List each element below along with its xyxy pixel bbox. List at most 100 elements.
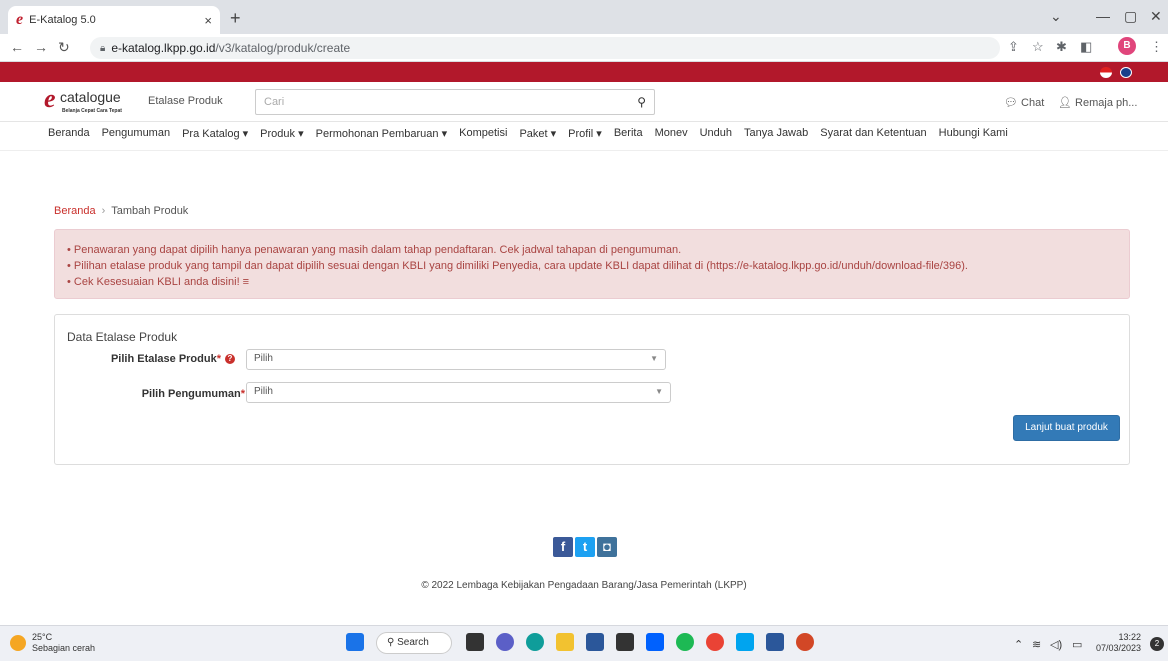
twitter-icon[interactable]: t — [575, 537, 595, 557]
etalase-produk-button[interactable]: Etalase Produk — [148, 95, 223, 107]
word-icon[interactable] — [766, 633, 784, 651]
store-icon[interactable] — [586, 633, 604, 651]
volume-icon[interactable]: ◁) — [1050, 638, 1062, 651]
indonesia-flag-icon[interactable] — [1100, 67, 1112, 78]
app-icon[interactable] — [616, 633, 634, 651]
nav-pra-katalog[interactable]: Pra Katalog ▾ — [182, 127, 248, 147]
footer-copyright: © 2022 Lembaga Kebijakan Pengadaan Baran… — [421, 580, 747, 591]
share-icon[interactable]: ⇪ — [1008, 39, 1019, 55]
required-mark: * — [216, 353, 221, 365]
side-panel-icon[interactable]: ◧ — [1080, 39, 1092, 55]
tab-close-icon[interactable]: × — [204, 13, 212, 28]
chrome-icon[interactable] — [706, 633, 724, 651]
lanjut-buat-produk-button[interactable]: Lanjut buat produk — [1013, 415, 1120, 441]
tab-search-chevron-icon[interactable]: ⌄ — [1050, 8, 1062, 25]
ekatalog-favicon-icon: e — [16, 11, 24, 28]
notification-badge[interactable]: 2 — [1150, 637, 1164, 651]
windows-taskbar — [0, 625, 1168, 661]
browser-tab[interactable]: e E-Katalog 5.0 × — [8, 6, 220, 34]
ecatalogue-logo[interactable]: e catalogue Belanja Cepat Cara Tepat — [44, 84, 122, 115]
spotify-icon[interactable] — [676, 633, 694, 651]
clock-date: 07/03/2023 — [1096, 643, 1142, 653]
url-field[interactable]: 🔒︎ e-katalog.lkpp.go.id/v3/katalog/produ… — [90, 37, 1000, 59]
nav-beranda[interactable]: Beranda — [48, 127, 90, 147]
weather-widget[interactable]: 25°C Sebagian cerah — [10, 632, 95, 654]
extensions-puzzle-icon[interactable]: ✱ — [1056, 39, 1067, 55]
window-close-icon[interactable]: ✕ — [1150, 8, 1162, 25]
help-question-icon[interactable]: ? — [225, 354, 235, 365]
profile-avatar[interactable]: B — [1118, 37, 1136, 55]
info-alert: • Penawaran yang dapat dipilih hanya pen… — [54, 229, 1130, 299]
chevron-down-icon: ▼ — [650, 354, 658, 363]
bookmark-star-icon[interactable]: ☆ — [1032, 39, 1044, 55]
reload-icon[interactable]: ↻ — [58, 39, 70, 56]
new-tab-button[interactable]: + — [230, 8, 241, 29]
nav-pengumuman[interactable]: Pengumuman — [102, 127, 171, 147]
instagram-icon[interactable]: ◘ — [597, 537, 617, 557]
alert-line-cek-kbli[interactable]: • Cek Kesesuaian KBLI anda disini! ≡ — [67, 274, 1117, 290]
chevron-down-icon: ▼ — [655, 387, 663, 396]
panel-title: Data Etalase Produk — [67, 330, 178, 344]
search-icon[interactable]: ⚲ — [637, 95, 646, 109]
etalase-select-value: Pilih — [254, 353, 273, 364]
caret-down-icon: ▾ — [441, 128, 448, 140]
user-name: Remaja ph... — [1075, 97, 1138, 109]
data-etalase-panel: Data Etalase Produk Pilih Etalase Produk… — [54, 314, 1130, 465]
chat-icon: 💬︎ — [1004, 97, 1018, 109]
forward-arrow-icon[interactable]: → — [34, 39, 48, 55]
task-view-icon[interactable] — [466, 633, 484, 651]
teams-chat-icon[interactable] — [496, 633, 514, 651]
nav-permohonan-pembaruan[interactable]: Permohonan Pembaruan ▾ — [316, 127, 448, 147]
caret-down-icon: ▾ — [596, 128, 602, 140]
search-placeholder: Cari — [264, 96, 285, 108]
logo-word: catalogue — [60, 89, 121, 105]
tab-title: E-Katalog 5.0 — [29, 14, 96, 26]
nav-berita[interactable]: Berita — [614, 127, 643, 147]
windows-start-icon[interactable] — [346, 633, 364, 651]
nav-produk[interactable]: Produk ▾ — [260, 127, 303, 147]
weather-sun-icon — [10, 635, 26, 651]
chat-link[interactable]: 💬︎ Chat — [1004, 96, 1044, 109]
alert-line-penawaran: • Penawaran yang dapat dipilih hanya pen… — [67, 244, 682, 256]
nav-kompetisi[interactable]: Kompetisi — [459, 127, 507, 147]
etalase-select[interactable]: Pilih ▼ — [246, 349, 666, 370]
nav-unduh[interactable]: Unduh — [700, 127, 732, 147]
etalase-label: Pilih Etalase Produk*? — [85, 353, 235, 365]
nav-hubungi-kami[interactable]: Hubungi Kami — [939, 127, 1008, 147]
dropbox-icon[interactable] — [646, 633, 664, 651]
powerpoint-icon[interactable] — [796, 633, 814, 651]
pengumuman-select[interactable]: Pilih ▼ — [246, 382, 671, 403]
nav-profil[interactable]: Profil ▾ — [568, 127, 602, 147]
caret-down-icon: ▾ — [242, 128, 249, 140]
browser-menu-icon[interactable]: ⋮ — [1150, 39, 1163, 55]
breadcrumb-home[interactable]: Beranda — [54, 205, 96, 217]
user-menu[interactable]: 👤︎ Remaja ph... — [1058, 96, 1137, 109]
logo-e-mark: e — [44, 84, 56, 113]
nav-tanya-jawab[interactable]: Tanya Jawab — [744, 127, 808, 147]
tray-chevron-icon[interactable]: ⌃ — [1014, 638, 1023, 651]
wifi-icon[interactable]: ≋ — [1032, 638, 1041, 651]
nav-syarat-ketentuan[interactable]: Syarat dan Ketentuan — [820, 127, 926, 147]
edge-icon[interactable] — [526, 633, 544, 651]
battery-icon[interactable]: ▭ — [1072, 638, 1082, 651]
minimize-icon[interactable]: — — [1096, 8, 1110, 24]
nav-paket[interactable]: Paket ▾ — [519, 127, 556, 147]
taskbar-clock[interactable]: 13:22 07/03/2023 — [1096, 632, 1141, 654]
site-search-input[interactable]: Cari ⚲ — [255, 89, 655, 115]
photos-icon[interactable] — [736, 633, 754, 651]
file-explorer-icon[interactable] — [556, 633, 574, 651]
taskbar-search[interactable]: ⚲ Search — [376, 632, 452, 654]
back-arrow-icon[interactable]: ← — [10, 39, 24, 55]
weather-desc: Sebagian cerah — [32, 643, 96, 653]
facebook-icon[interactable]: f — [553, 537, 573, 557]
url-path: /v3/katalog/produk/create — [215, 41, 351, 55]
nav-monev[interactable]: Monev — [655, 127, 688, 147]
chat-label: Chat — [1021, 97, 1045, 109]
restore-icon[interactable]: ▢ — [1124, 8, 1137, 25]
pengumuman-label: Pilih Pengumuman* — [141, 388, 245, 400]
uk-flag-icon[interactable] — [1120, 67, 1132, 78]
url-host: e-katalog.lkpp.go.id — [111, 41, 216, 55]
lock-icon: 🔒︎ — [100, 42, 106, 54]
clock-time: 13:22 — [1118, 632, 1142, 642]
caret-down-icon: ▾ — [298, 128, 304, 140]
